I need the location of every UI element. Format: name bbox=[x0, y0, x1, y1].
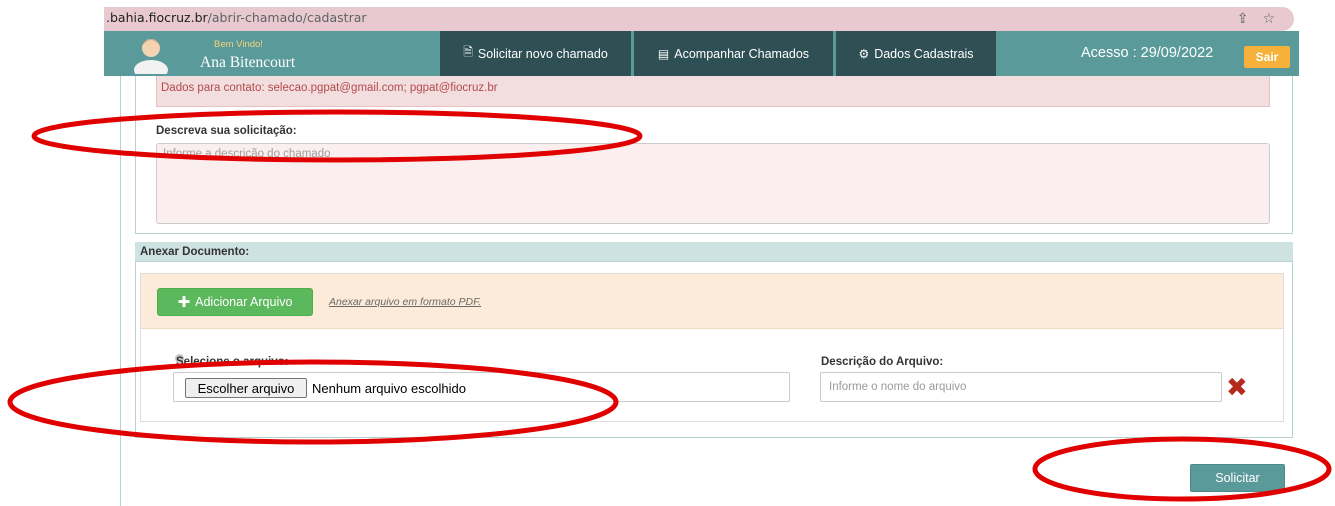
description-label: Descreva sua solicitação: bbox=[156, 125, 297, 137]
user-name: Ana Bitencourt bbox=[200, 54, 296, 71]
browser-address-bar: .bahia.fiocruz.br/abrir-chamado/cadastra… bbox=[0, 0, 1335, 31]
tab-track-requests[interactable]: ▤ Acompanhar Chamados bbox=[634, 31, 833, 76]
choose-file-button[interactable]: Escolher arquivo bbox=[185, 378, 307, 398]
tab-track-requests-label: Acompanhar Chamados bbox=[674, 46, 810, 61]
bookmark-star-icon[interactable]: ☆ bbox=[1262, 10, 1275, 27]
attachment-panel-header bbox=[135, 242, 1293, 262]
file-description-input[interactable] bbox=[820, 372, 1222, 402]
url-host: .bahia.fiocruz.br bbox=[106, 10, 208, 25]
remove-file-icon[interactable]: ✖ bbox=[1226, 373, 1248, 401]
pdf-format-note: Anexar arquivo em formato PDF. bbox=[329, 296, 482, 308]
app-navbar: Bem Vindo! Ana Bitencourt 🗎 Solicitar no… bbox=[104, 31, 1299, 76]
attachment-title: Anexar Documento: bbox=[140, 246, 250, 258]
list-icon: ▤ bbox=[657, 46, 670, 61]
file-select-label: Selecione o arquivo: bbox=[176, 356, 289, 368]
document-icon: 🗎 bbox=[463, 45, 473, 59]
tab-new-request-label: Solicitar novo chamado bbox=[477, 46, 608, 61]
url-text[interactable]: .bahia.fiocruz.br/abrir-chamado/cadastra… bbox=[106, 10, 367, 25]
submit-button[interactable]: Solicitar bbox=[1190, 464, 1285, 492]
share-icon[interactable]: ⇪ bbox=[1237, 10, 1249, 27]
welcome-text: Bem Vindo! bbox=[214, 39, 263, 50]
file-description-label: Descrição do Arquivo: bbox=[821, 356, 944, 368]
contact-text: Dados para contato: selecao.pgpat@gmail.… bbox=[161, 82, 498, 94]
add-file-label: Adicionar Arquivo bbox=[195, 295, 293, 309]
address-bar-actions: ⇪ ☆ bbox=[1237, 10, 1275, 27]
logout-button[interactable]: Sair bbox=[1244, 46, 1290, 68]
tab-registration-data-label: Dados Cadastrais bbox=[874, 46, 974, 61]
description-textarea[interactable] bbox=[156, 143, 1270, 224]
user-avatar-icon bbox=[134, 39, 168, 74]
plus-icon: ✚ bbox=[177, 294, 191, 311]
no-file-chosen-text: Nenhum arquivo escolhido bbox=[312, 381, 466, 396]
tab-new-request[interactable]: 🗎 Solicitar novo chamado bbox=[440, 31, 631, 76]
url-path: /abrir-chamado/cadastrar bbox=[207, 10, 367, 25]
gear-icon: ⚙ bbox=[858, 46, 870, 61]
access-date: Acesso : 29/09/2022 bbox=[1081, 45, 1214, 61]
add-file-button[interactable]: ✚ Adicionar Arquivo bbox=[157, 288, 313, 316]
tab-registration-data[interactable]: ⚙ Dados Cadastrais bbox=[836, 31, 996, 76]
pdf-format-note-text: Anexar arquivo em formato PDF bbox=[329, 296, 479, 308]
